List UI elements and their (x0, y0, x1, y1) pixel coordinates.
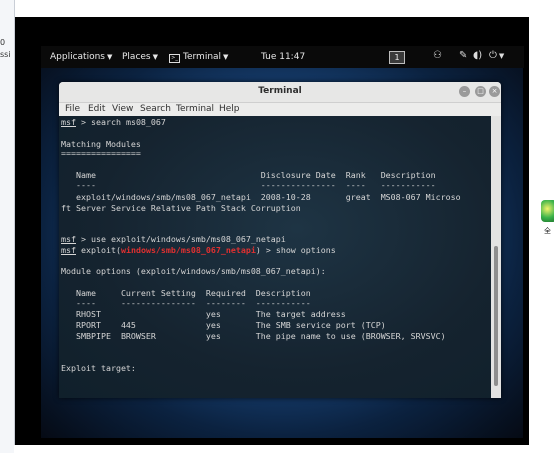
power-icon[interactable]: ⏻ ▼ (489, 50, 504, 61)
terminal-icon: >_ (169, 54, 180, 63)
scrollbar[interactable] (491, 116, 501, 398)
users-icon[interactable]: ⚇ (433, 50, 442, 61)
terminal-output[interactable]: msf > search ms08_067 Matching Modules =… (59, 116, 491, 398)
chevron-down-icon: ▼ (223, 53, 229, 61)
table-row-wrap: ft Server Service Relative Path Stack Co… (61, 203, 301, 213)
host-text-fragment: ssi (0, 50, 11, 59)
matching-modules-rule: ================ (61, 148, 141, 158)
places-menu[interactable]: Places ▼ (122, 52, 158, 62)
menu-view[interactable]: View (112, 104, 133, 114)
gnome-top-bar: Applications ▼ Places ▼ >_ Terminal ▼ Tue 11… (41, 46, 524, 68)
option-row: RPORT 445 yes The SMB service port (TCP) (61, 320, 386, 330)
exploit-target-title: Exploit target: (61, 363, 136, 373)
tools-icon[interactable]: ✎ (459, 50, 467, 61)
chevron-down-icon: ▼ (498, 52, 505, 60)
option-row: SMBPIPE BROWSER yes The pipe name to use… (61, 331, 446, 341)
desktop-icon-label: 全 (544, 227, 551, 235)
desktop-app-icon[interactable] (541, 200, 554, 222)
terminal-line-show-options: msf exploit(windows/smb/ms08_067_netapi)… (61, 245, 336, 255)
menu-help[interactable]: Help (219, 104, 240, 114)
chevron-down-icon: ▼ (106, 53, 113, 61)
option-row: RHOST yes The target address (61, 309, 346, 319)
menu-search[interactable]: Search (140, 104, 171, 114)
vm-display: Applications ▼ Places ▼ >_ Terminal ▼ Tue 11… (15, 17, 529, 445)
minimize-icon[interactable]: – (459, 86, 470, 97)
maximize-icon[interactable]: □ (475, 86, 486, 97)
menu-terminal[interactable]: Terminal (176, 104, 214, 114)
terminal-line-use: msf > use exploit/windows/smb/ms08_067_n… (61, 234, 286, 244)
table-row: exploit/windows/smb/ms08_067_netapi 2008… (61, 192, 461, 202)
volume-icon[interactable]: ◖) (473, 50, 482, 61)
host-text-fragment: 0 (0, 38, 6, 47)
options-rule: ---- --------------- -------- ----------… (61, 298, 311, 308)
terminal-titlebar[interactable]: Terminal – □ × (59, 82, 501, 103)
module-options-title: Module options (exploit/windows/smb/ms08… (61, 266, 326, 276)
chevron-down-icon: ▼ (152, 53, 159, 61)
terminal-line-search: msf > search ms08_067 (61, 117, 166, 127)
terminal-menubar: File Edit View Search Terminal Help (59, 103, 501, 116)
scrollbar-thumb[interactable] (494, 246, 498, 386)
terminal-window: Terminal – □ × File Edit View Search Ter… (59, 82, 501, 398)
menu-edit[interactable]: Edit (88, 104, 105, 114)
terminal-app-menu[interactable]: >_ Terminal ▼ (169, 52, 228, 63)
host-window-bottom-edge (14, 445, 529, 453)
host-desktop-right-edge: 全 (529, 0, 554, 453)
applications-menu[interactable]: Applications ▼ (50, 52, 112, 62)
window-title: Terminal (258, 86, 302, 96)
menu-file[interactable]: File (65, 104, 80, 114)
close-icon[interactable]: × (489, 86, 500, 97)
host-window-left-edge: 0 ssi (0, 0, 15, 453)
workspace-indicator[interactable]: 1 (389, 51, 405, 64)
table-rule: ---- --------------- ---- ----------- (61, 180, 436, 190)
clock[interactable]: Tue 11:47 (261, 52, 305, 62)
